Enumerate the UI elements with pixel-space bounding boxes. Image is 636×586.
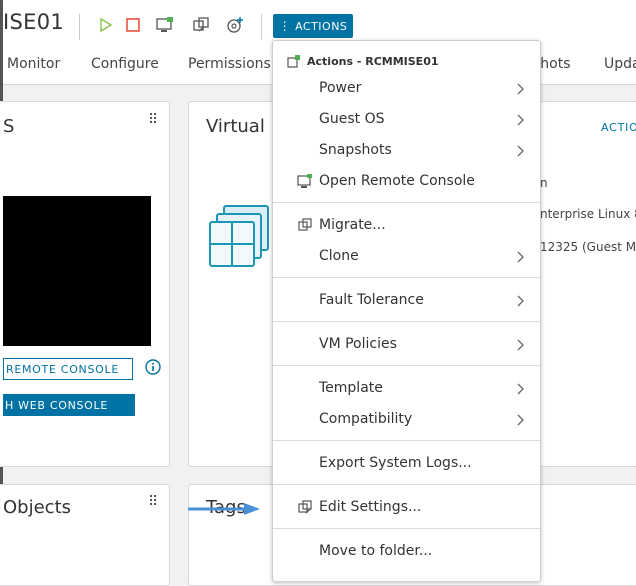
virtual-machine-icon [209,205,269,267]
chevron-right-icon [517,383,524,395]
power-off-icon[interactable] [123,15,143,35]
menu-divider [273,528,540,529]
remote-console-icon [297,174,312,188]
vm-name-title: ISE01 [3,10,65,34]
menu-item-fault-tolerance[interactable]: Fault Tolerance [319,292,424,308]
chevron-right-icon [517,145,524,157]
related-objects-title: Objects [3,497,72,518]
menu-item-migrate[interactable]: Migrate... [319,217,386,233]
chevron-right-icon [517,295,524,307]
menu-item-clone[interactable]: Clone [319,248,359,264]
menu-divider [273,277,540,278]
migrate-icon[interactable] [191,15,211,35]
vm-detail-line: nterprise Linux 8 [540,207,636,221]
menu-divider [273,202,540,203]
vertical-dots-icon: ⋮ [278,19,292,33]
menu-item-template[interactable]: Template [319,380,383,396]
menu-item-guest-os[interactable]: Guest OS [319,111,384,127]
tab-updates[interactable]: Upda [604,56,636,72]
toolbar-separator [79,14,80,40]
actions-dropdown-menu: Actions - RCMMISE01 Power Guest OS Snaps… [272,40,541,582]
menu-item-move-to-folder[interactable]: Move to folder... [319,543,432,559]
chevron-right-icon [517,83,524,95]
console-card-title: S [3,116,15,137]
actions-button[interactable]: ⋮ ACTIONS [273,14,353,38]
snapshot-icon[interactable] [225,15,245,35]
vm-icon [287,55,300,68]
chevron-right-icon [517,339,524,351]
menu-divider [273,321,540,322]
power-on-icon[interactable] [95,15,115,35]
menu-item-edit-settings[interactable]: Edit Settings... [319,499,421,515]
vm-detail-line: n [540,176,548,190]
tab-monitor[interactable]: Monitor [7,56,60,72]
drag-handle-icon[interactable]: ⠿ [148,494,158,510]
tab-permissions[interactable]: Permissions [188,56,271,72]
menu-divider [273,440,540,441]
vm-detail-line: 12325 (Guest M [540,240,636,254]
menu-divider [273,484,540,485]
chevron-right-icon [517,114,524,126]
menu-header: Actions - RCMMISE01 [307,55,439,68]
launch-web-console-button[interactable]: H WEB CONSOLE [3,394,135,416]
launch-console-icon[interactable] [155,15,175,35]
tab-configure[interactable]: Configure [91,56,159,72]
menu-item-compatibility[interactable]: Compatibility [319,411,412,427]
menu-item-vm-policies[interactable]: VM Policies [319,336,397,352]
vm-details-actions-link[interactable]: ACTIO [601,121,636,134]
chevron-right-icon [517,251,524,263]
info-icon[interactable] [145,359,161,375]
menu-item-power[interactable]: Power [319,80,361,96]
menu-item-open-remote-console[interactable]: Open Remote Console [319,173,475,189]
menu-item-snapshots[interactable]: Snapshots [319,142,392,158]
menu-item-export-system-logs[interactable]: Export System Logs... [319,455,472,471]
console-thumbnail[interactable] [3,196,151,346]
annotation-arrow-icon [188,503,260,515]
chevron-right-icon [517,414,524,426]
edit-settings-icon [298,500,312,514]
toolbar-separator [261,14,262,40]
launch-remote-console-button[interactable]: REMOTE CONSOLE [3,358,133,380]
drag-handle-icon[interactable]: ⠿ [148,112,158,128]
migrate-icon [298,218,312,231]
menu-divider [273,365,540,366]
